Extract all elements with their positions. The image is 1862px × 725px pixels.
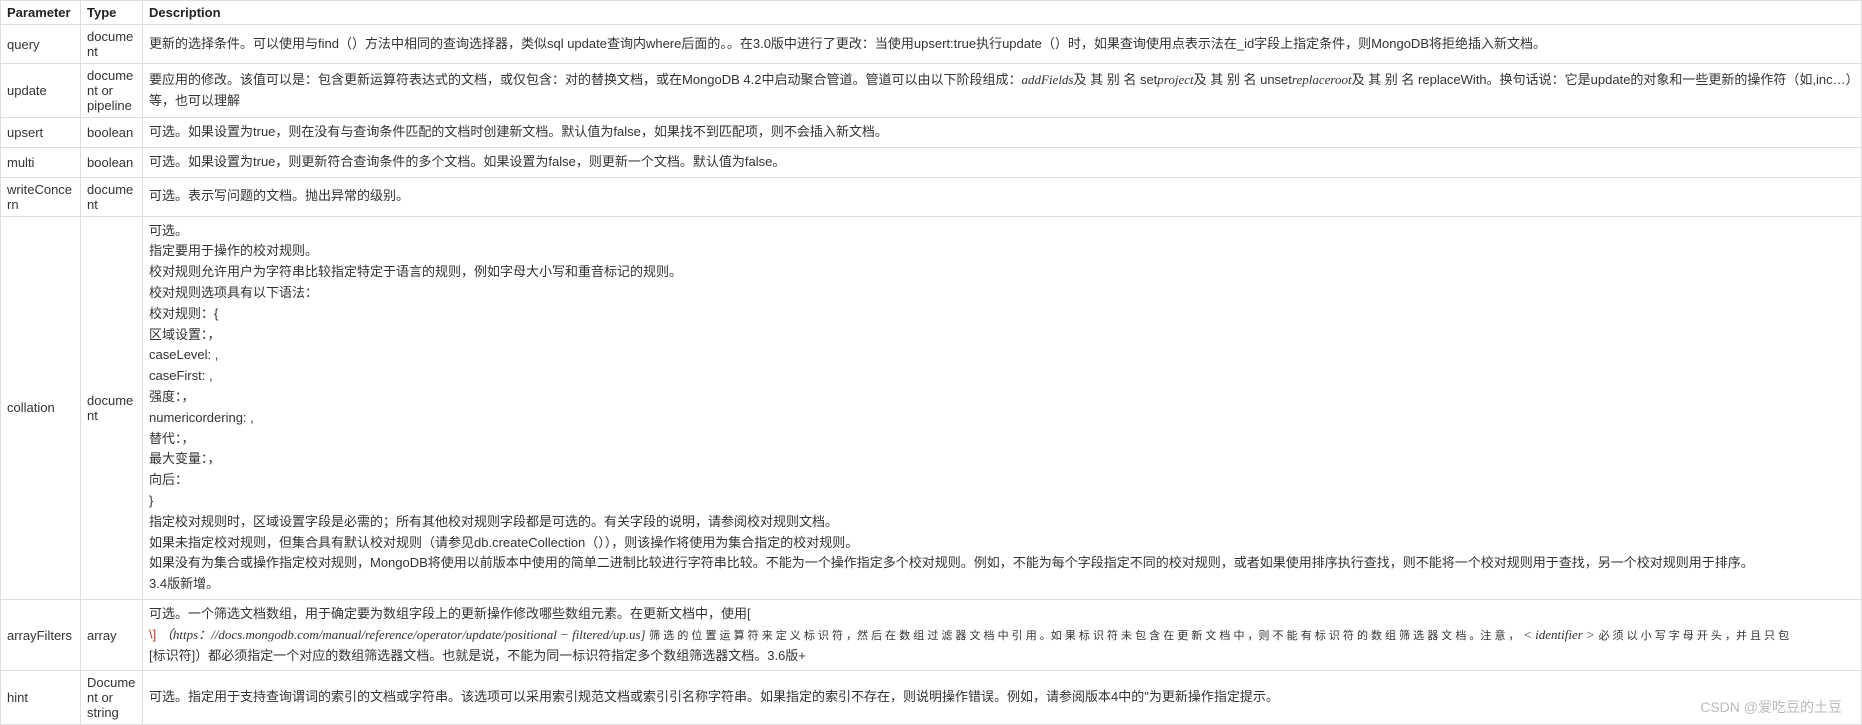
type-cell: Document or string (81, 671, 143, 725)
table-row: update document or pipeline 要应用的修改。该值可以是… (1, 64, 1862, 118)
param-cell: arrayFilters (1, 599, 81, 670)
stage-project: project (1157, 72, 1193, 87)
param-cell: upsert (1, 118, 81, 148)
param-cell: multi (1, 147, 81, 177)
stage-replaceroot: replaceroot (1292, 72, 1352, 87)
desc-cell: 可选。表示写问题的文档。抛出异常的级别。 (143, 177, 1862, 216)
param-cell: writeConcern (1, 177, 81, 216)
table-row: collation document 可选。 指定要用于操作的校对规则。 校对规… (1, 216, 1862, 599)
type-cell: boolean (81, 118, 143, 148)
desc-line: \] （https：//docs.mongodb.com/manual/refe… (149, 625, 1855, 646)
type-cell: document (81, 25, 143, 64)
param-cell: update (1, 64, 81, 118)
desc-cell: 可选。如果设置为true，则在没有与查询条件匹配的文档时创建新文档。默认值为fa… (143, 118, 1862, 148)
slash-token: \] (149, 627, 156, 642)
stage-addfields: addFields (1022, 72, 1074, 87)
param-cell: hint (1, 671, 81, 725)
type-cell: document (81, 177, 143, 216)
param-cell: collation (1, 216, 81, 599)
desc-text: 要应用的修改。该值可以是：包含更新运算符表达式的文档，或仅包含：对的替换文档，或… (149, 72, 1022, 87)
type-cell: array (81, 599, 143, 670)
desc-cell: 可选。 指定要用于操作的校对规则。 校对规则允许用户为字符串比较指定特定于语言的… (143, 216, 1862, 599)
desc-cell: 可选。一个筛选文档数组，用于确定要为数组字段上的更新操作修改哪些数组元素。在更新… (143, 599, 1862, 670)
desc-line: 可选。一个筛选文档数组，用于确定要为数组字段上的更新操作修改哪些数组元素。在更新… (149, 604, 1855, 625)
header-description: Description (143, 1, 1862, 25)
table-row: hint Document or string 可选。指定用于支持查询谓词的索引… (1, 671, 1862, 725)
table-row: multi boolean 可选。如果设置为true，则更新符合查询条件的多个文… (1, 147, 1862, 177)
desc-text: 及 其 别 名 unset (1194, 72, 1292, 87)
desc-cell: 可选。如果设置为true，则更新符合查询条件的多个文档。如果设置为false，则… (143, 147, 1862, 177)
url-text: （https：//docs.mongodb.com/manual/referen… (160, 627, 646, 642)
desc-cell: 要应用的修改。该值可以是：包含更新运算符表达式的文档，或仅包含：对的替换文档，或… (143, 64, 1862, 118)
type-cell: document (81, 216, 143, 599)
table-row: query document 更新的选择条件。可以使用与find（）方法中相同的… (1, 25, 1862, 64)
desc-text: 及 其 别 名 set (1074, 72, 1158, 87)
header-row: Parameter Type Description (1, 1, 1862, 25)
table-row: writeConcern document 可选。表示写问题的文档。抛出异常的级… (1, 177, 1862, 216)
desc-text: 筛 选 的 位 置 运 算 符 来 定 义 标 识 符 ，然 后 在 数 组 过… (649, 630, 1519, 642)
table-row: upsert boolean 可选。如果设置为true，则在没有与查询条件匹配的… (1, 118, 1862, 148)
identifier-token: < identifier > (1523, 627, 1595, 642)
header-parameter: Parameter (1, 1, 81, 25)
header-type: Type (81, 1, 143, 25)
type-cell: boolean (81, 147, 143, 177)
desc-cell: 可选。指定用于支持查询谓词的索引的文档或字符串。该选项可以采用索引规范文档或索引… (143, 671, 1862, 725)
desc-text: 必 须 以 小 写 字 母 开 头 ，并 且 只 包 (1598, 630, 1789, 642)
desc-cell: 更新的选择条件。可以使用与find（）方法中相同的查询选择器，类似sql upd… (143, 25, 1862, 64)
param-cell: query (1, 25, 81, 64)
table-row: arrayFilters array 可选。一个筛选文档数组，用于确定要为数组字… (1, 599, 1862, 670)
type-cell: document or pipeline (81, 64, 143, 118)
parameters-table: Parameter Type Description query documen… (0, 0, 1862, 725)
desc-line: [标识符]）都必须指定一个对应的数组筛选器文档。也就是说，不能为同一标识符指定多… (149, 646, 1855, 667)
